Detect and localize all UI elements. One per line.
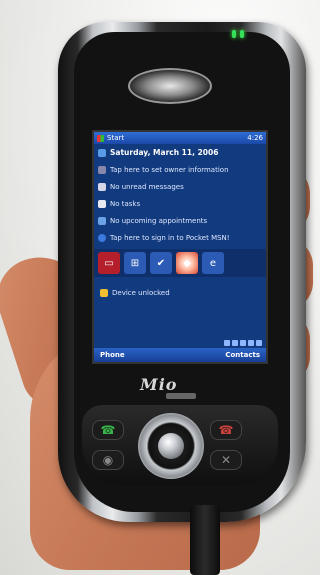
ok-button[interactable]: ◉: [92, 450, 124, 470]
call-button[interactable]: ☎: [92, 420, 124, 440]
usb-cable: [190, 505, 220, 575]
earpiece-speaker: [128, 68, 212, 104]
calendar-icon: [98, 148, 106, 157]
today-date[interactable]: Saturday, March 11, 2006: [94, 144, 266, 161]
appointments-row[interactable]: No upcoming appointments: [94, 212, 266, 229]
owner-text: Tap here to set owner information: [110, 165, 229, 174]
tray-icon[interactable]: [256, 340, 262, 346]
status-led: [232, 30, 236, 38]
brand-logo: Mio: [140, 375, 178, 394]
calendar-icon: [98, 216, 106, 225]
check-icon[interactable]: ✔: [150, 252, 172, 274]
softkey-bar: Phone Contacts: [94, 348, 266, 362]
softkey-contacts[interactable]: Contacts: [225, 351, 260, 359]
title-bar: Start 4:26: [94, 132, 266, 144]
tray-icons: [224, 340, 262, 346]
messages-text: No unread messages: [110, 182, 184, 191]
tray-icon[interactable]: [232, 340, 238, 346]
start-label[interactable]: Start: [107, 134, 124, 142]
ie-icon[interactable]: e: [202, 252, 224, 274]
msn-row[interactable]: Tap here to sign in to Pocket MSN!: [94, 229, 266, 246]
mail-icon: [98, 182, 106, 191]
msn-text: Tap here to sign in to Pocket MSN!: [110, 233, 230, 242]
logo-badge: [166, 393, 196, 399]
pda-screen: Start 4:26 Saturday, March 11, 2006 Tap …: [92, 130, 268, 364]
device-lock-status[interactable]: Device unlocked: [94, 289, 266, 297]
status-led: [240, 30, 244, 38]
owner-info-row[interactable]: Tap here to set owner information: [94, 161, 266, 178]
owner-icon: [98, 165, 106, 174]
tasks-row[interactable]: No tasks: [94, 195, 266, 212]
tray-icon[interactable]: [224, 340, 230, 346]
softkey-phone[interactable]: Phone: [100, 351, 125, 359]
close-button[interactable]: ✕: [210, 450, 242, 470]
dpad-center-button[interactable]: [158, 433, 184, 459]
lock-status-text: Device unlocked: [112, 289, 170, 297]
tasks-text: No tasks: [110, 199, 141, 208]
app-launcher-icon[interactable]: ⊞: [124, 252, 146, 274]
tray-icon[interactable]: [248, 340, 254, 346]
app-launcher-icon[interactable]: ◆: [176, 252, 198, 274]
app-launcher-icon[interactable]: ▭: [98, 252, 120, 274]
launcher-strip: ▭ ⊞ ✔ ◆ e: [94, 249, 266, 277]
messages-row[interactable]: No unread messages: [94, 178, 266, 195]
appointments-text: No upcoming appointments: [110, 216, 208, 225]
tasks-icon: [98, 199, 106, 208]
end-call-button[interactable]: ☎: [210, 420, 242, 440]
tray-icon[interactable]: [240, 340, 246, 346]
windows-flag-icon[interactable]: [97, 134, 104, 142]
photo-scene: Start 4:26 Saturday, March 11, 2006 Tap …: [0, 0, 320, 575]
msn-icon: [98, 233, 106, 242]
date-text: Saturday, March 11, 2006: [110, 148, 219, 157]
lock-icon: [100, 289, 108, 297]
clock[interactable]: 4:26: [247, 134, 263, 142]
